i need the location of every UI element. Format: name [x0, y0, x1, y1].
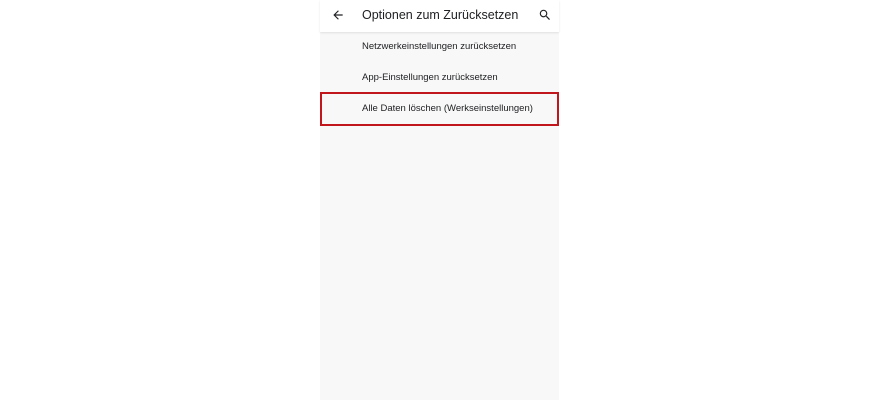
page-title: Optionen zum Zurücksetzen — [362, 8, 519, 22]
arrow-back-icon — [333, 10, 343, 20]
settings-screen: Optionen zum Zurücksetzen Netzwerkeinste… — [320, 0, 559, 400]
reset-options-list: Netzwerkeinstellungen zurücksetzen App-E… — [320, 32, 559, 125]
back-button[interactable] — [327, 4, 349, 26]
search-icon — [539, 9, 550, 20]
list-item-label: Alle Daten löschen (Werkseinstellungen) — [362, 103, 533, 114]
reset-app-preferences-item[interactable]: App-Einstellungen zurücksetzen — [320, 63, 559, 94]
list-item-label: App-Einstellungen zurücksetzen — [362, 72, 498, 83]
screenshot-canvas: Optionen zum Zurücksetzen Netzwerkeinste… — [0, 0, 879, 400]
list-item-label: Netzwerkeinstellungen zurücksetzen — [362, 41, 517, 52]
reset-network-settings-item[interactable]: Netzwerkeinstellungen zurücksetzen — [320, 32, 559, 63]
factory-reset-item[interactable]: Alle Daten löschen (Werkseinstellungen) — [320, 94, 559, 125]
search-button[interactable] — [534, 4, 556, 26]
app-bar: Optionen zum Zurücksetzen — [320, 0, 559, 32]
